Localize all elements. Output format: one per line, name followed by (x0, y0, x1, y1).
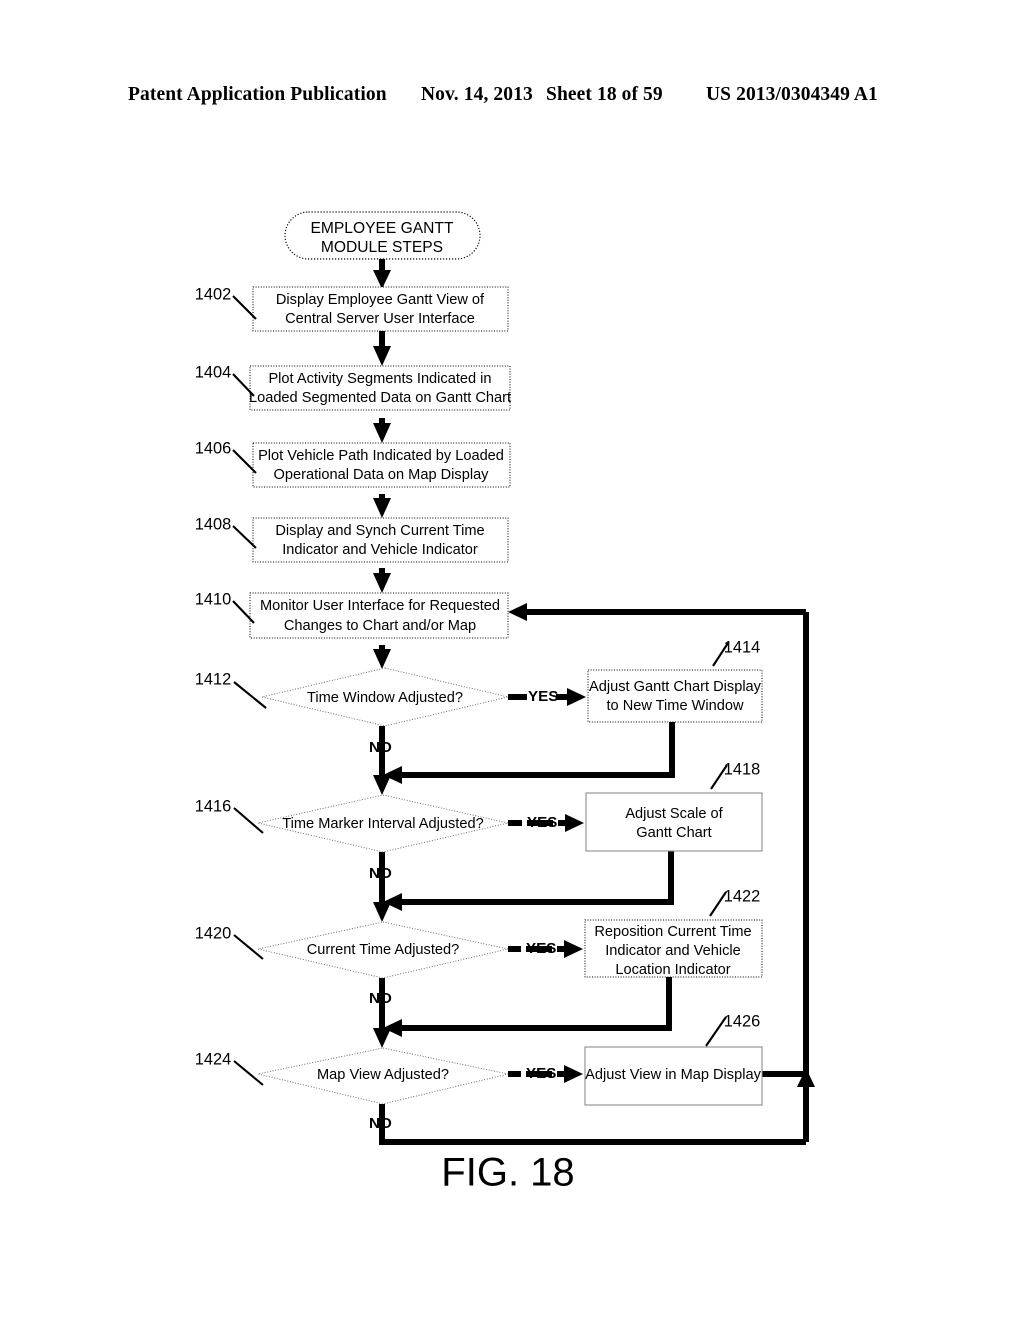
process-1422-line3: Location Indicator (615, 962, 730, 978)
branch-label-yes-1424: YES (526, 1065, 556, 1082)
branch-label-no-1416: NO (369, 865, 392, 882)
decision-diamond-1416: Time Marker Interval Adjusted? (257, 794, 509, 853)
branch-label-no-1424: NO (369, 1115, 392, 1132)
process-box-1426: Adjust View in Map Display (584, 1046, 763, 1106)
figure-18: EMPLOYEE GANTT MODULE STEPS Display Empl… (0, 0, 1024, 1320)
process-1418-line2: Gantt Chart (636, 825, 711, 841)
reference-number-1406: 1406 (195, 439, 231, 457)
process-1406-line2: Operational Data on Map Display (274, 467, 490, 483)
reference-label-1412: 1412 (195, 670, 267, 709)
reference-number-1412: 1412 (195, 670, 231, 688)
reference-number-1404: 1404 (195, 363, 231, 381)
reference-label-1424: 1424 (195, 1050, 264, 1086)
process-1414-line2: to New Time Window (606, 698, 744, 714)
branch-label-yes-1416: YES (527, 814, 557, 831)
reference-label-1406: 1406 (195, 439, 257, 474)
flowchart-diagram: EMPLOYEE GANTT MODULE STEPS Display Empl… (195, 211, 815, 1195)
connector-1412-no (373, 726, 391, 795)
process-1408-line1: Display and Synch Current Time (275, 523, 484, 539)
reference-number-1422: 1422 (724, 887, 760, 905)
process-box-1406: Plot Vehicle Path Indicated by Loaded Op… (252, 442, 511, 488)
connector-start-to-1402 (373, 259, 391, 289)
decision-1412-question: Time Window Adjusted? (307, 690, 463, 706)
figure-caption: FIG. 18 (441, 1151, 574, 1195)
process-1410-line2: Changes to Chart and/or Map (284, 618, 476, 634)
decision-1416-question: Time Marker Interval Adjusted? (282, 816, 483, 832)
connector-1414-merge (383, 722, 675, 784)
reference-label-1404: 1404 (195, 363, 255, 397)
reference-number-1426: 1426 (724, 1012, 760, 1030)
process-1422-line1: Reposition Current Time (594, 924, 751, 940)
process-1402-line1: Display Employee Gantt View of (276, 292, 485, 308)
reference-number-1418: 1418 (724, 760, 760, 778)
decision-1424-question: Map View Adjusted? (317, 1067, 449, 1083)
branch-label-yes-1412: YES (528, 688, 558, 705)
connector-1420-no (373, 978, 391, 1048)
process-1422-line2: Indicator and Vehicle (605, 943, 741, 959)
reference-number-1416: 1416 (195, 797, 231, 815)
process-box-1410: Monitor User Interface for Requested Cha… (249, 592, 509, 639)
process-box-1422: Reposition Current Time Indicator and Ve… (584, 919, 763, 978)
process-1408-line2: Indicator and Vehicle Indicator (282, 542, 478, 558)
connector-1408-to-1410 (373, 568, 391, 593)
process-box-1404: Plot Activity Segments Indicated in Load… (249, 365, 511, 411)
start-terminator-line2: MODULE STEPS (321, 239, 443, 256)
process-box-1408: Display and Synch Current Time Indicator… (252, 517, 509, 563)
reference-label-1416: 1416 (195, 797, 264, 834)
reference-number-1402: 1402 (195, 285, 231, 303)
connector-1416-no (373, 852, 391, 922)
start-terminator-line1: EMPLOYEE GANTT (311, 220, 454, 237)
reference-number-1420: 1420 (195, 924, 231, 942)
reference-label-1402: 1402 (195, 285, 257, 320)
process-1418-line1: Adjust Scale of (625, 806, 723, 822)
reference-label-1422: 1422 (709, 887, 760, 917)
reference-label-1410: 1410 (195, 590, 255, 624)
decision-1420-question: Current Time Adjusted? (307, 942, 460, 958)
connector-1404-to-1406 (373, 418, 391, 443)
process-1414-line1: Adjust Gantt Chart Display (589, 679, 762, 695)
reference-number-1414: 1414 (724, 638, 760, 656)
decision-diamond-1424: Map View Adjusted? (257, 1047, 509, 1105)
reference-number-1408: 1408 (195, 515, 231, 533)
connector-1410-to-1412 (373, 645, 391, 669)
branch-label-no-1412: NO (369, 739, 392, 756)
reference-label-1414: 1414 (712, 638, 760, 667)
reference-label-1408: 1408 (195, 515, 257, 549)
branch-label-yes-1420: YES (526, 940, 556, 957)
reference-label-1420: 1420 (195, 924, 264, 960)
reference-label-1418: 1418 (710, 760, 760, 790)
process-box-1402: Display Employee Gantt View of Central S… (252, 286, 509, 332)
connector-1418-merge (383, 850, 674, 911)
reference-number-1410: 1410 (195, 590, 231, 608)
decision-diamond-1412: Time Window Adjusted? (261, 667, 509, 727)
connector-1402-to-1404 (373, 331, 391, 366)
reference-number-1424: 1424 (195, 1050, 231, 1068)
branch-label-no-1420: NO (369, 990, 392, 1007)
process-1404-line1: Plot Activity Segments Indicated in (268, 371, 491, 387)
process-box-1414: Adjust Gantt Chart Display to New Time W… (587, 669, 763, 723)
decision-diamond-1420: Current Time Adjusted? (257, 921, 509, 979)
process-1410-line1: Monitor User Interface for Requested (260, 598, 500, 614)
start-terminator: EMPLOYEE GANTT MODULE STEPS (284, 211, 481, 260)
process-1426-line1: Adjust View in Map Display (585, 1067, 761, 1083)
reference-label-1426: 1426 (705, 1012, 760, 1047)
process-1402-line2: Central Server User Interface (285, 311, 475, 327)
process-box-1418: Adjust Scale of Gantt Chart (585, 792, 763, 852)
connector-1422-merge (383, 977, 672, 1037)
process-1404-line2: Loaded Segmented Data on Gantt Chart (249, 390, 511, 406)
connector-1406-to-1408 (373, 494, 391, 518)
process-1406-line1: Plot Vehicle Path Indicated by Loaded (258, 448, 504, 464)
